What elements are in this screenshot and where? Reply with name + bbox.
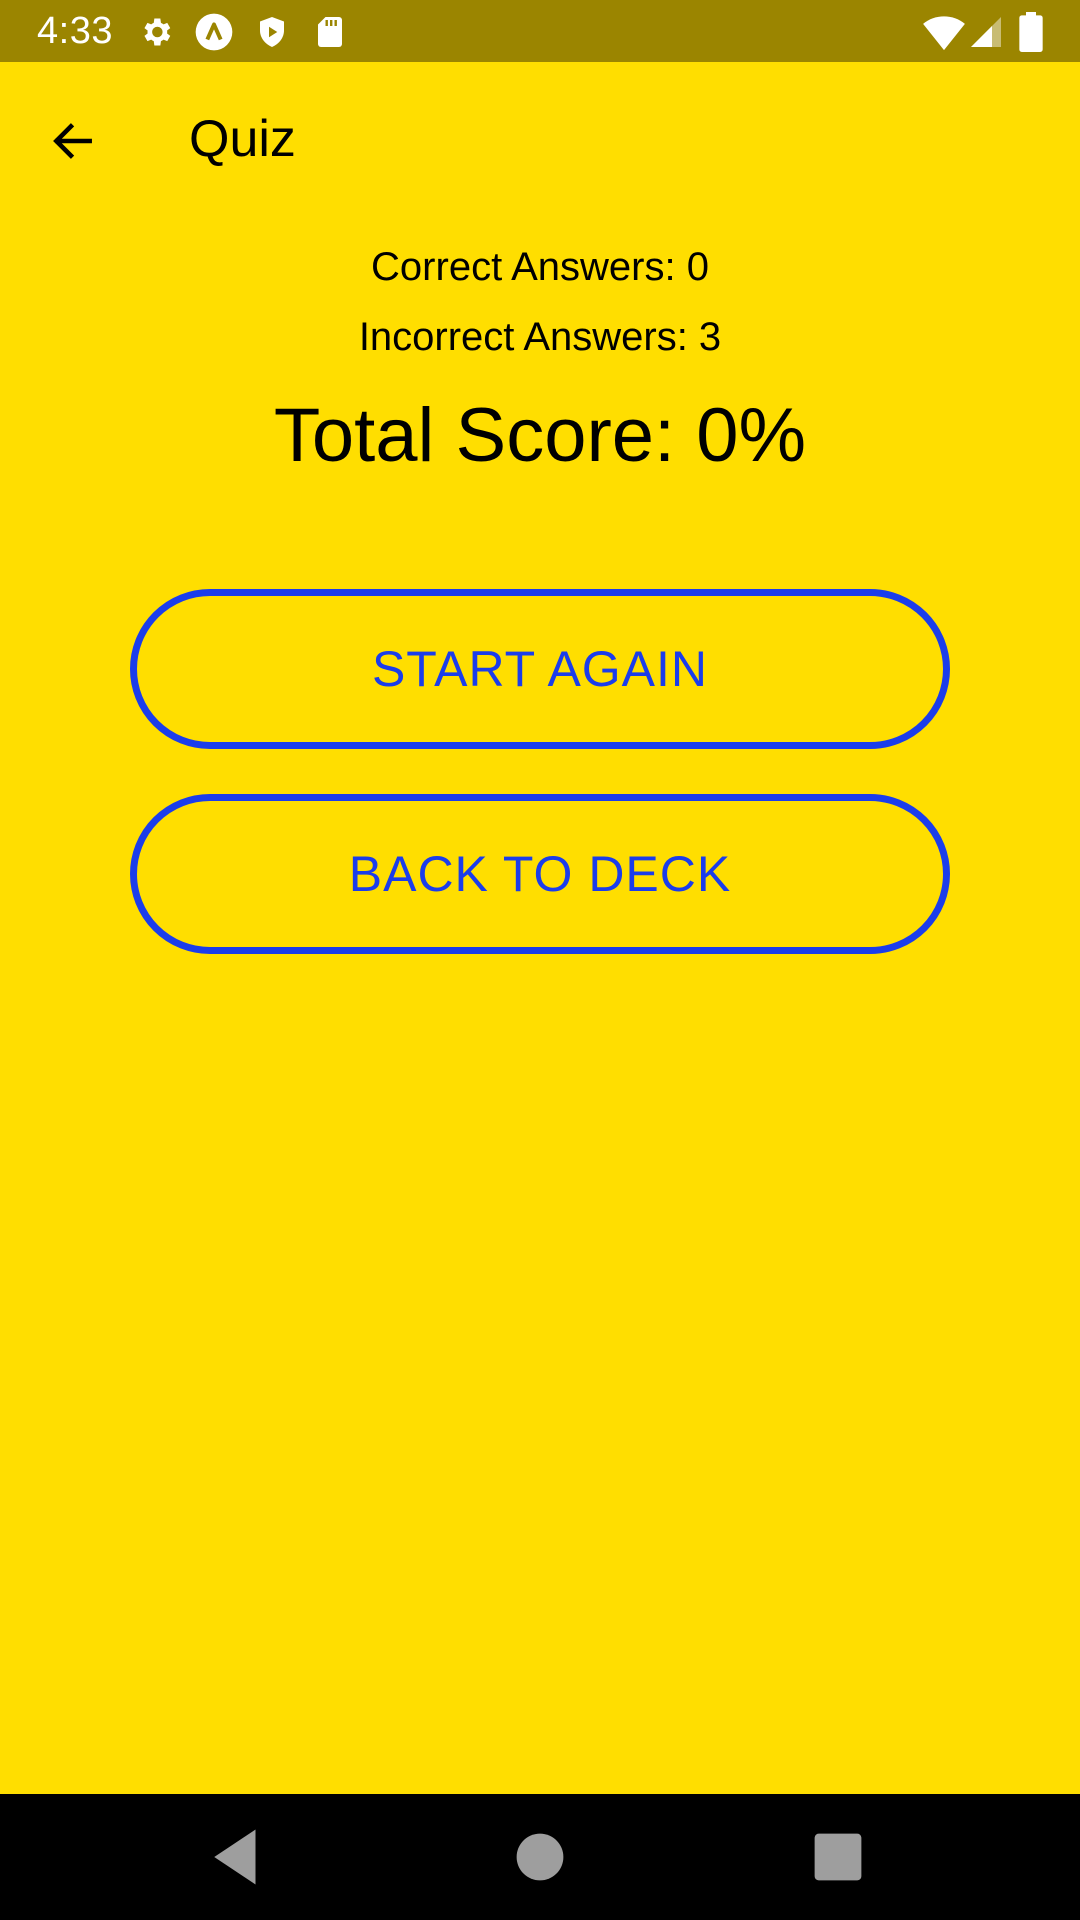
signal-icon bbox=[968, 14, 1004, 50]
wifi-icon bbox=[922, 12, 966, 52]
nav-home-icon bbox=[516, 1833, 564, 1881]
back-button[interactable] bbox=[36, 104, 110, 178]
total-score-text: Total Score: 0% bbox=[273, 393, 807, 478]
nav-home-button[interactable] bbox=[507, 1824, 573, 1890]
page-title: Quiz bbox=[189, 110, 296, 168]
system-nav-bar bbox=[0, 1794, 1080, 1920]
status-bar: 4:33 bbox=[0, 0, 1080, 62]
nav-recents-icon bbox=[814, 1833, 862, 1881]
arrow-left-icon bbox=[53, 123, 92, 159]
status-time: 4:33 bbox=[37, 10, 113, 52]
incorrect-answers-text: Incorrect Answers: 3 bbox=[358, 315, 722, 359]
quiz-results: Correct Answers: 0 Incorrect Answers: 3 … bbox=[0, 232, 1080, 486]
correct-answers-text: Correct Answers: 0 bbox=[371, 245, 709, 289]
back-to-deck-button[interactable]: BACK TO DECK bbox=[130, 794, 950, 954]
settings-icon bbox=[138, 14, 174, 50]
app-a-icon bbox=[194, 12, 234, 52]
nav-back-button[interactable] bbox=[206, 1824, 272, 1890]
start-again-button[interactable]: START AGAIN bbox=[130, 589, 950, 749]
nav-recents-button[interactable] bbox=[805, 1824, 871, 1890]
shield-play-icon bbox=[254, 14, 290, 50]
nav-back-icon bbox=[214, 1829, 256, 1885]
sd-card-icon bbox=[312, 14, 348, 50]
app-bar: Quiz bbox=[0, 62, 1080, 212]
battery-icon bbox=[1017, 12, 1045, 52]
